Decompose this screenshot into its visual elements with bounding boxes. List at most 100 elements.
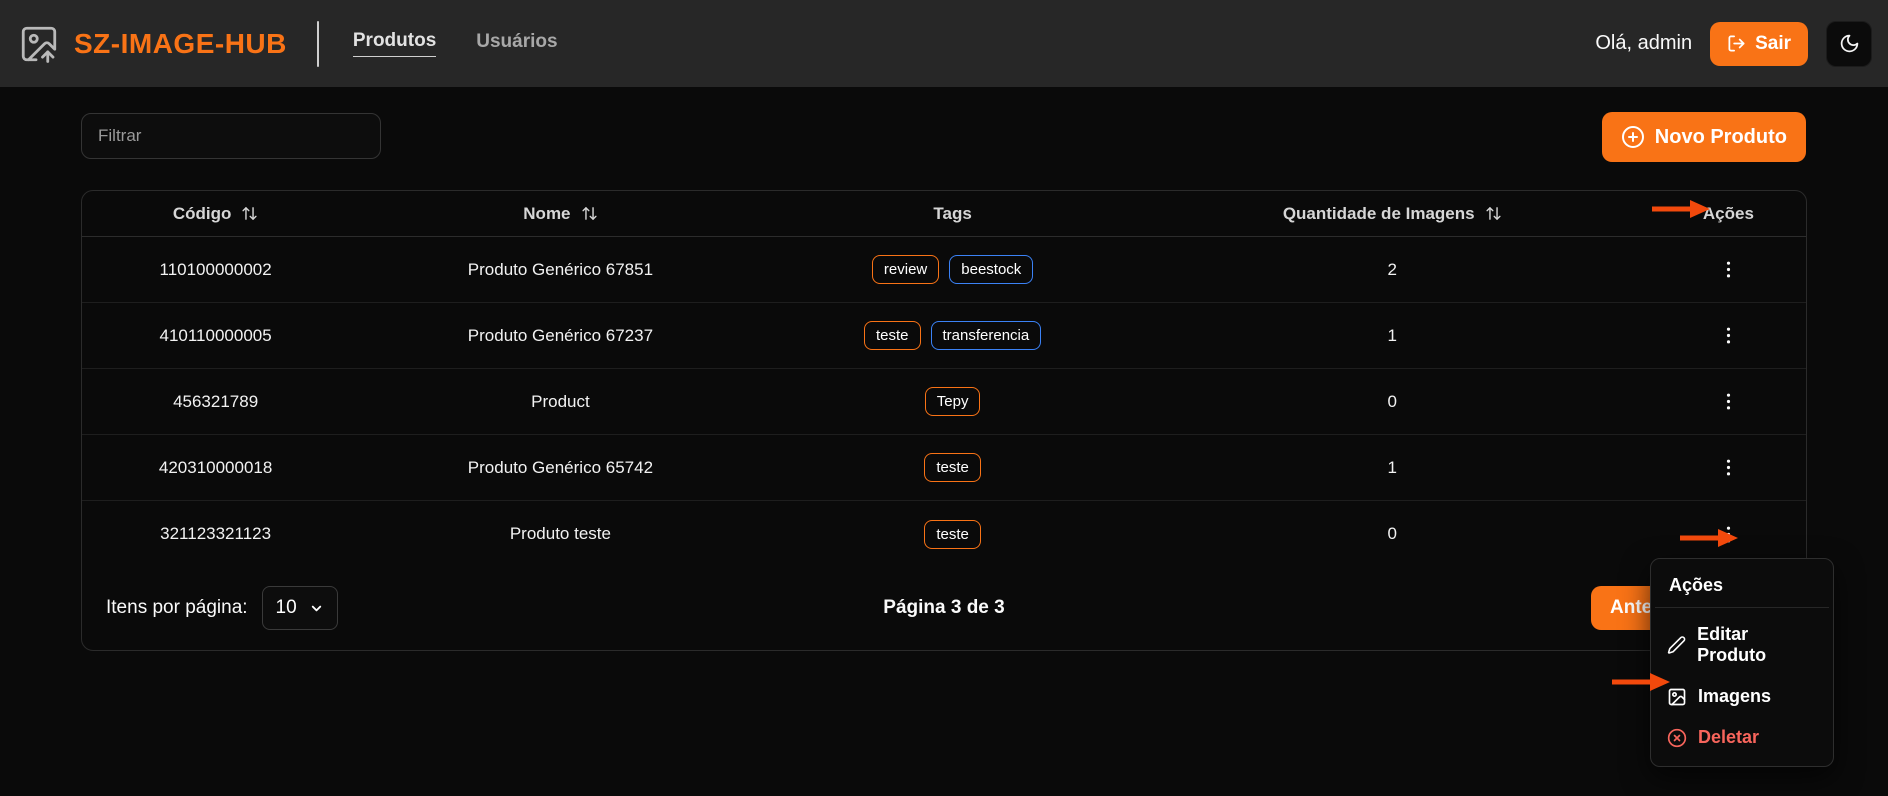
- column-header: Nome: [349, 204, 771, 224]
- codigo-value: 410110000005: [160, 326, 272, 346]
- row-actions-menu-button[interactable]: [1711, 319, 1745, 353]
- annotation-arrow-acoes-header: [1650, 199, 1712, 219]
- quantidade-value: 1: [1387, 458, 1396, 478]
- nome-value: Produto Genérico 65742: [468, 458, 653, 478]
- annotation-arrow-imagens-item: [1610, 672, 1672, 692]
- cell-codigo: 321123321123: [82, 524, 349, 544]
- sort-icon[interactable]: [241, 205, 258, 222]
- cell-nome: Product: [349, 392, 771, 412]
- nav-divider: [317, 21, 319, 67]
- new-product-label: Novo Produto: [1655, 126, 1787, 149]
- cell-tags: Tepy: [772, 387, 1134, 416]
- image-up-icon: [18, 23, 60, 65]
- items-per-page-value: 10: [276, 597, 297, 619]
- cell-quantidade: 1: [1134, 458, 1651, 478]
- tag-badge: beestock: [949, 255, 1033, 284]
- new-product-button[interactable]: Novo Produto: [1602, 112, 1806, 162]
- cell-quantidade: 0: [1134, 392, 1651, 412]
- nome-value: Produto Genérico 67237: [468, 326, 653, 346]
- navbar-right: Olá, admin Sair: [1595, 21, 1872, 67]
- column-header-label: Quantidade de Imagens: [1283, 204, 1475, 224]
- quantidade-value: 2: [1387, 260, 1396, 280]
- cell-quantidade: 1: [1134, 326, 1651, 346]
- row-actions-menu-button[interactable]: [1711, 253, 1745, 287]
- filter-input[interactable]: [81, 113, 381, 159]
- main-nav: Produtos Usuários: [353, 30, 558, 57]
- annotation-arrow-row-actions: [1678, 528, 1740, 548]
- column-header: Quantidade de Imagens: [1134, 204, 1651, 224]
- nome-value: Product: [531, 392, 590, 412]
- sort-icon[interactable]: [1485, 205, 1502, 222]
- cell-tags: teste: [772, 520, 1134, 549]
- page-info: Página 3 de 3: [883, 597, 1004, 619]
- column-header-label: Código: [173, 204, 232, 224]
- context-menu-item-label: Imagens: [1698, 686, 1771, 707]
- pencil-icon: [1667, 635, 1686, 655]
- row-actions-context-menu: Ações Editar Produto Imagens Deletar: [1650, 558, 1834, 767]
- context-menu-item-label: Deletar: [1698, 727, 1759, 748]
- codigo-value: 110100000002: [160, 260, 272, 280]
- nav-item-usuarios[interactable]: Usuários: [476, 31, 557, 57]
- theme-toggle-button[interactable]: [1826, 21, 1872, 67]
- table-row: 321123321123 Produto teste teste 0: [82, 501, 1806, 567]
- context-menu-item-imagens[interactable]: Imagens: [1655, 676, 1829, 717]
- column-header-label: Tags: [933, 204, 971, 224]
- tag-badge: review: [872, 255, 939, 284]
- ellipsis-vertical-icon: [1719, 260, 1738, 279]
- items-per-page-select[interactable]: 10: [262, 586, 338, 630]
- tag-badge: Tepy: [925, 387, 981, 416]
- sort-icon[interactable]: [581, 205, 598, 222]
- cell-nome: Produto Genérico 65742: [349, 458, 771, 478]
- column-header-label: Nome: [523, 204, 570, 224]
- tag-badge: teste: [924, 453, 981, 482]
- context-menu-item-label: Editar Produto: [1697, 624, 1817, 666]
- quantidade-value: 0: [1387, 524, 1396, 544]
- logout-label: Sair: [1755, 33, 1791, 55]
- logout-button[interactable]: Sair: [1710, 22, 1808, 66]
- table-body: 110100000002 Produto Genérico 67851 revi…: [82, 237, 1806, 567]
- cell-acoes: [1651, 451, 1806, 485]
- cell-nome: Produto teste: [349, 524, 771, 544]
- cell-tags: review beestock: [772, 255, 1134, 284]
- table-row: 410110000005 Produto Genérico 67237 test…: [82, 303, 1806, 369]
- user-greeting: Olá, admin: [1595, 32, 1692, 55]
- moon-icon: [1839, 33, 1860, 54]
- brand: SZ-IMAGE-HUB: [18, 23, 287, 65]
- codigo-value: 456321789: [173, 392, 258, 412]
- cell-acoes: [1651, 253, 1806, 287]
- tag-badge: transferencia: [931, 321, 1042, 350]
- tag-badge: teste: [924, 520, 981, 549]
- chevron-down-icon: [309, 601, 324, 616]
- cell-codigo: 456321789: [82, 392, 349, 412]
- app-page: SZ-IMAGE-HUB Produtos Usuários Olá, admi…: [0, 0, 1888, 796]
- cell-tags: teste: [772, 453, 1134, 482]
- nome-value: Produto teste: [510, 524, 611, 544]
- table-row: 420310000018 Produto Genérico 65742 test…: [82, 435, 1806, 501]
- row-actions-menu-button[interactable]: [1711, 385, 1745, 419]
- quantidade-value: 1: [1387, 326, 1396, 346]
- context-menu-item-editar-produto[interactable]: Editar Produto: [1655, 614, 1829, 676]
- table-header-row: Código Nome Tags Quantidade de Imagens A…: [82, 191, 1806, 237]
- nome-value: Produto Genérico 67851: [468, 260, 653, 280]
- tag-badge: teste: [864, 321, 921, 350]
- row-actions-menu-button[interactable]: [1711, 451, 1745, 485]
- cell-quantidade: 2: [1134, 260, 1651, 280]
- table-footer: Itens por página: 10 Página 3 de 3 Anter…: [82, 566, 1806, 650]
- logout-icon: [1727, 34, 1746, 53]
- cell-acoes: [1651, 385, 1806, 419]
- cell-acoes: [1651, 319, 1806, 353]
- cell-quantidade: 0: [1134, 524, 1651, 544]
- ellipsis-vertical-icon: [1719, 326, 1738, 345]
- context-menu-item-deletar[interactable]: Deletar: [1655, 717, 1829, 758]
- products-table-card: Código Nome Tags Quantidade de Imagens A…: [81, 190, 1807, 651]
- nav-item-produtos[interactable]: Produtos: [353, 30, 436, 57]
- context-menu-title: Ações: [1655, 563, 1829, 608]
- cell-tags: teste transferencia: [772, 321, 1134, 350]
- cell-nome: Produto Genérico 67237: [349, 326, 771, 346]
- ellipsis-vertical-icon: [1719, 392, 1738, 411]
- items-per-page-label: Itens por página:: [106, 597, 248, 619]
- cell-codigo: 420310000018: [82, 458, 349, 478]
- quantidade-value: 0: [1387, 392, 1396, 412]
- circle-x-icon: [1667, 728, 1687, 748]
- column-header: Tags: [772, 204, 1134, 224]
